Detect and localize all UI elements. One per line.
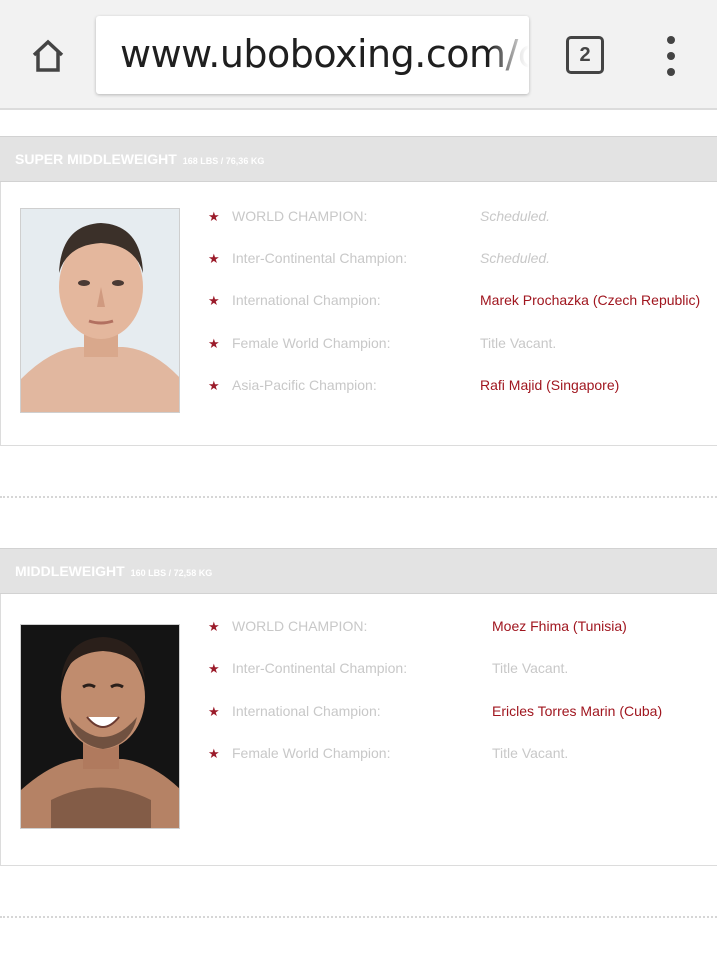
url-text[interactable]: www.uboboxing.com/c	[120, 32, 529, 76]
tab-count: 2	[579, 43, 591, 66]
title-value: Scheduled.	[480, 208, 551, 224]
champion-name-link[interactable]: Marek Prochazka (Czech Republic)	[480, 292, 700, 308]
division-title: SUPER MIDDLEWEIGHT 168 LBS / 76,36 KG	[15, 151, 265, 167]
title-label: WORLD CHAMPION:	[232, 618, 368, 634]
division-header-super-middleweight: SUPER MIDDLEWEIGHT 168 LBS / 76,36 KG	[0, 136, 717, 182]
title-label: WORLD CHAMPION:	[232, 208, 368, 224]
title-label: International Champion:	[232, 292, 381, 308]
title-row: ★ Female World Champion: Title Vacant.	[208, 335, 717, 357]
home-icon	[32, 39, 64, 72]
star-icon: ★	[208, 293, 220, 308]
champion-name-link[interactable]: Rafi Majid (Singapore)	[480, 377, 619, 393]
title-row: ★ Female World Champion: Title Vacant.	[208, 745, 717, 767]
division-title: MIDDLEWEIGHT 160 LBS / 72,58 KG	[15, 563, 213, 579]
division-weight: 168 LBS / 76,36 KG	[182, 156, 265, 166]
section-divider	[0, 496, 717, 498]
title-value: Scheduled.	[480, 250, 551, 266]
title-label: Inter-Continental Champion:	[232, 250, 408, 266]
address-bar[interactable]: www.uboboxing.com/c	[96, 16, 529, 94]
browser-toolbar: www.uboboxing.com/c 2	[0, 0, 717, 110]
title-label: Female World Champion:	[232, 335, 391, 351]
star-icon: ★	[208, 661, 220, 676]
star-icon: ★	[208, 209, 220, 224]
title-label: International Champion:	[232, 703, 381, 719]
star-icon: ★	[208, 378, 220, 393]
division-header-middleweight: MIDDLEWEIGHT 160 LBS / 72,58 KG	[0, 548, 717, 594]
title-row: ★ Inter-Continental Champion: Title Vaca…	[208, 660, 717, 682]
title-row: ★ International Champion: Ericles Torres…	[208, 703, 717, 725]
title-row: ★ WORLD CHAMPION: Scheduled.	[208, 208, 717, 230]
title-label: Inter-Continental Champion:	[232, 660, 408, 676]
section-divider	[0, 916, 717, 918]
title-value: Title Vacant.	[492, 745, 569, 761]
division-body-super-middleweight: ★ WORLD CHAMPION: Scheduled. ★ Inter-Con…	[0, 182, 717, 446]
title-label: Female World Champion:	[232, 745, 391, 761]
division-body-middleweight: ★ WORLD CHAMPION: Moez Fhima (Tunisia) ★…	[0, 594, 717, 866]
champion-photo	[20, 624, 180, 829]
champion-name-link[interactable]: Moez Fhima (Tunisia)	[492, 618, 627, 634]
champion-photo	[20, 208, 180, 413]
star-icon: ★	[208, 746, 220, 761]
title-label: Asia-Pacific Champion:	[232, 377, 377, 393]
title-value: Title Vacant.	[480, 335, 557, 351]
title-value: Title Vacant.	[492, 660, 569, 676]
title-row: ★ Inter-Continental Champion: Scheduled.	[208, 250, 717, 272]
title-row: ★ International Champion: Marek Prochazk…	[208, 292, 717, 314]
title-row: ★ WORLD CHAMPION: Moez Fhima (Tunisia)	[208, 618, 717, 640]
title-row: ★ Asia-Pacific Champion: Rafi Majid (Sin…	[208, 377, 717, 399]
star-icon: ★	[208, 704, 220, 719]
more-vert-icon[interactable]	[660, 36, 682, 76]
home-button[interactable]	[20, 30, 76, 82]
division-weight: 160 LBS / 72,58 KG	[130, 568, 213, 578]
tab-switcher-button[interactable]: 2	[566, 36, 604, 74]
url-fade	[489, 16, 529, 94]
star-icon: ★	[208, 251, 220, 266]
champion-name-link[interactable]: Ericles Torres Marin (Cuba)	[492, 703, 662, 719]
star-icon: ★	[208, 336, 220, 351]
star-icon: ★	[208, 619, 220, 634]
